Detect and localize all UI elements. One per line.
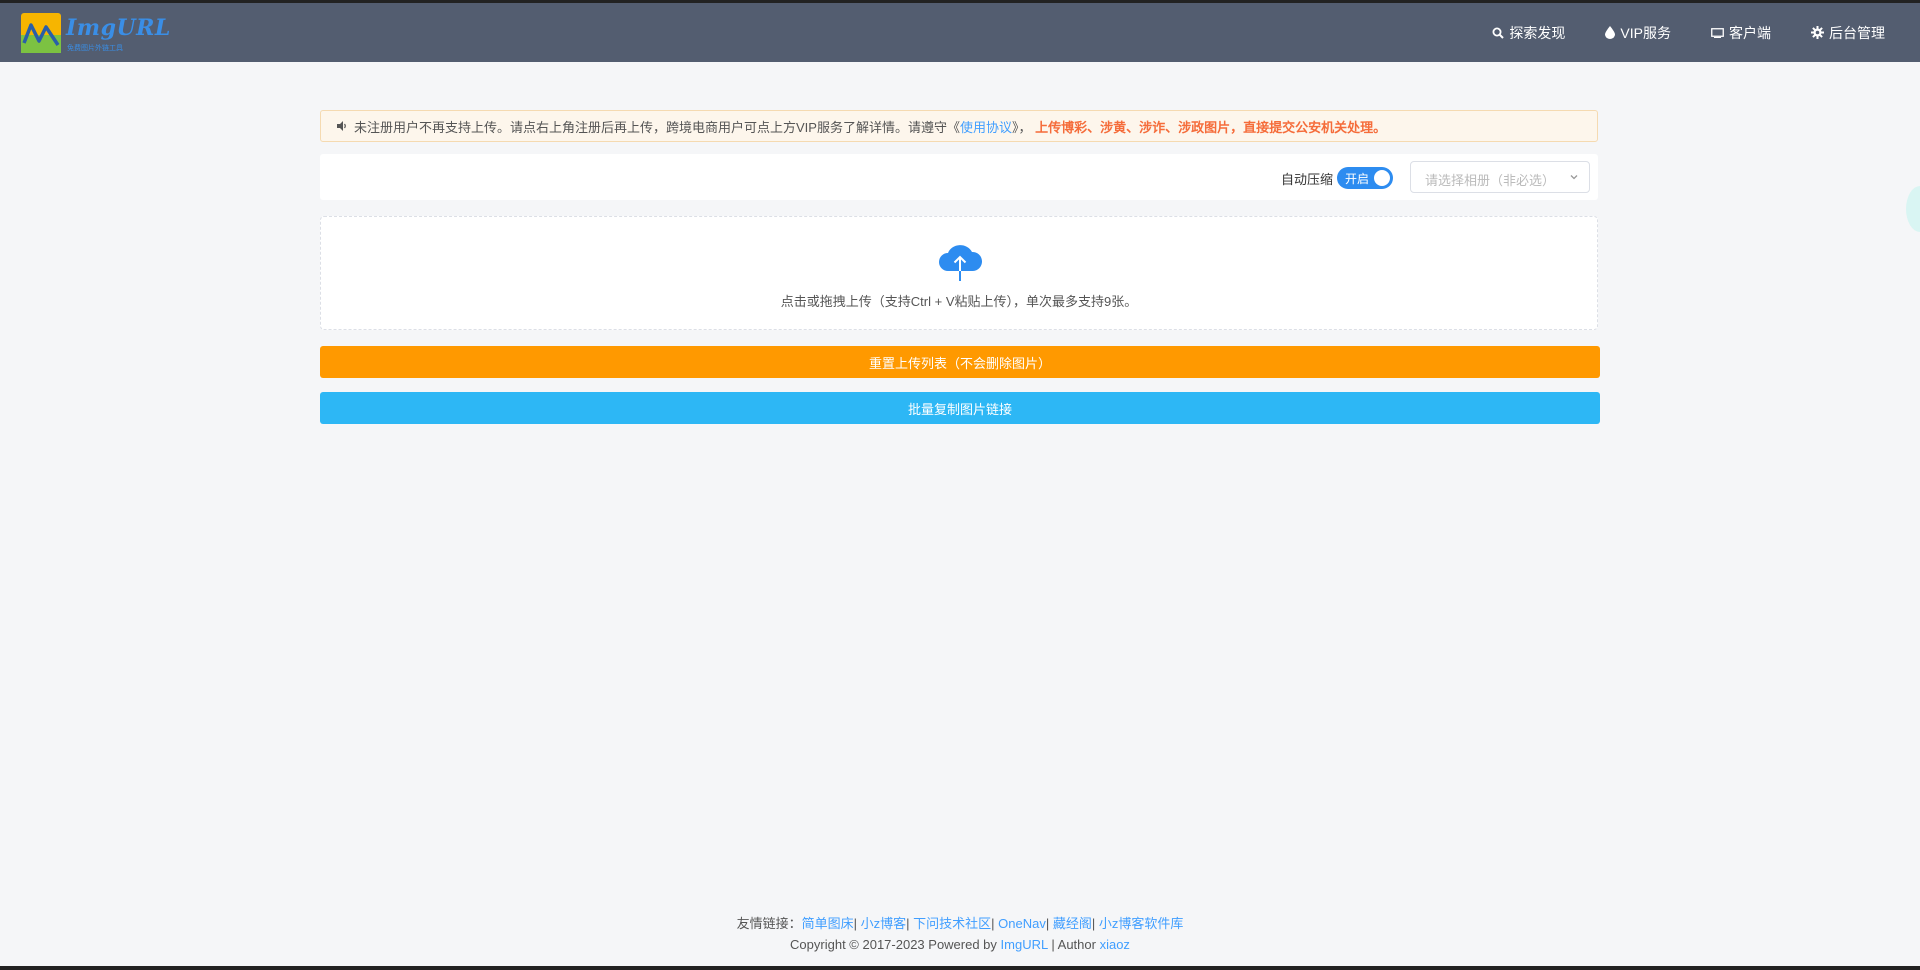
notice-text: 未注册用户不再支持上传。请点右上角注册后再上传，跨境电商用户可点上方VIP服务了…: [354, 119, 960, 135]
friend-links-label: 友情链接：: [736, 916, 802, 931]
friend-link[interactable]: OneNav: [998, 916, 1046, 931]
auto-compress-toggle[interactable]: 开启: [1337, 167, 1393, 189]
auto-compress-label: 自动压缩: [1280, 172, 1333, 187]
notice-text-after: 》，: [1011, 119, 1032, 135]
friend-link[interactable]: 下问技术社区: [913, 916, 991, 931]
upload-hint: 点击或拖拽上传（支持Ctrl + V粘贴上传），单次最多支持9张。: [780, 294, 1138, 309]
nav-item-explore[interactable]: 探索发现: [1492, 23, 1565, 43]
site-logo[interactable]: ImgURL 免费图片外链工具: [21, 13, 170, 55]
nav-item-label: 后台管理: [1829, 24, 1885, 41]
copyright-text: Copyright © 2017-2023 Powered by: [790, 937, 997, 952]
album-select[interactable]: 请选择相册（非必选）: [1410, 161, 1590, 193]
author-link[interactable]: xiaoz: [1100, 937, 1130, 952]
logo-wordmark: ImgURL: [66, 15, 171, 41]
friend-links: 友情链接：简单图床| 小z博客| 下问技术社区| OneNav| 藏经阁| 小z…: [736, 916, 1184, 931]
reset-upload-list-button[interactable]: 重置上传列表（不会删除图片）: [320, 346, 1600, 378]
notice-warning: 上传博彩、涉黄、涉诈、涉政图片，直接提交公安机关处理。: [1035, 119, 1387, 135]
notice-banner: 未注册用户不再支持上传。请点右上角注册后再上传，跨境电商用户可点上方VIP服务了…: [320, 110, 1598, 142]
terms-link[interactable]: 使用协议: [960, 117, 1012, 136]
top-navbar: ImgURL 免费图片外链工具 探索发现 VIP服务 客户端 后台管理: [0, 3, 1920, 62]
drop-icon: [1605, 26, 1616, 39]
window-bottom-border: [0, 966, 1920, 970]
album-select-placeholder: 请选择相册（非必选）: [1425, 173, 1556, 188]
logo-tagline: 免费图片外链工具: [67, 45, 123, 52]
upload-toolbar: 自动压缩 开启 请选择相册（非必选）: [320, 154, 1598, 200]
speaker-icon: [337, 121, 346, 131]
nav-item-label: 探索发现: [1509, 24, 1566, 41]
powered-by-link[interactable]: ImgURL: [1001, 937, 1048, 952]
search-icon: [1492, 27, 1505, 39]
chevron-down-icon: [1570, 175, 1578, 180]
author-prefix: | Author: [1051, 937, 1096, 952]
batch-copy-links-button[interactable]: 批量复制图片链接: [320, 392, 1600, 424]
main-nav: 探索发现 VIP服务 客户端 后台管理: [1452, 3, 1885, 62]
nav-item-client[interactable]: 客户端: [1711, 23, 1771, 43]
logo-mark-icon: [21, 13, 61, 53]
nav-item-admin[interactable]: 后台管理: [1811, 23, 1885, 43]
nav-item-label: 客户端: [1729, 24, 1771, 41]
page-footer: 友情链接：简单图床| 小z博客| 下问技术社区| OneNav| 藏经阁| 小z…: [0, 913, 1920, 955]
side-float-tab[interactable]: [1906, 186, 1920, 232]
friend-link[interactable]: 小z博客: [861, 916, 907, 931]
friend-link[interactable]: 简单图床: [802, 916, 854, 931]
copyright: Copyright © 2017-2023 Powered by ImgURL …: [0, 934, 1920, 955]
toggle-knob: [1374, 170, 1390, 186]
cloud-upload-icon: [939, 245, 983, 281]
toggle-state-text: 开启: [1345, 172, 1370, 186]
friend-link[interactable]: 小z博客软件库: [1099, 916, 1184, 931]
monitor-icon: [1711, 27, 1724, 38]
upload-dropzone[interactable]: 点击或拖拽上传（支持Ctrl + V粘贴上传），单次最多支持9张。: [320, 216, 1598, 330]
nav-item-vip[interactable]: VIP服务: [1605, 23, 1671, 43]
nav-item-label: VIP服务: [1620, 24, 1671, 41]
friend-link[interactable]: 藏经阁: [1053, 916, 1092, 931]
gear-icon: [1811, 26, 1824, 39]
